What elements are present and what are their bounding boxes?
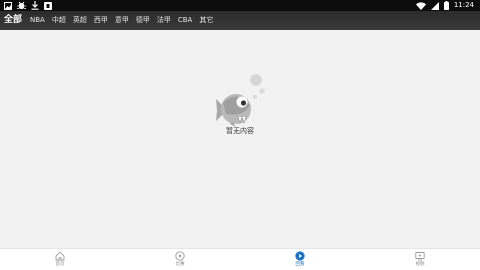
nav-home[interactable]: 首页 (0, 249, 120, 270)
nav-replay-label: 回看 (295, 262, 305, 267)
tab-ligue-1[interactable]: 法甲 (157, 11, 171, 30)
tab-cba[interactable]: CBA (178, 11, 192, 30)
nav-replay[interactable]: 回看 (240, 249, 360, 270)
tab-serie-a[interactable]: 意甲 (115, 11, 129, 30)
nav-home-label: 首页 (55, 262, 65, 267)
status-right: 11:24 (415, 1, 474, 10)
tab-csl[interactable]: 中超 (52, 11, 66, 30)
status-left (4, 1, 52, 10)
nav-video[interactable]: 视频 (360, 249, 480, 270)
battery-icon (443, 1, 449, 10)
bug-icon (17, 1, 26, 10)
tab-la-liga[interactable]: 西甲 (94, 11, 108, 30)
status-bar: 11:24 (0, 0, 480, 11)
status-time: 11:24 (453, 1, 474, 9)
category-tab-bar: 全部 NBA 中超 英超 西甲 意甲 德甲 法甲 CBA 其它 (0, 11, 480, 30)
nav-matches-label: 比赛 (175, 262, 185, 267)
play-circle-icon (175, 251, 185, 261)
tab-other[interactable]: 其它 (199, 11, 213, 30)
wifi-icon (415, 1, 426, 10)
bottom-nav: 首页 比赛 回看 视频 (0, 248, 480, 270)
content-area: 暂无内容 (0, 30, 480, 248)
home-icon (55, 251, 65, 261)
video-icon (415, 252, 425, 261)
tab-bundesliga[interactable]: 德甲 (136, 11, 150, 30)
nav-video-label: 视频 (415, 262, 425, 267)
empty-state-message: 暂无内容 (226, 127, 254, 135)
signal-icon (430, 1, 439, 10)
image-icon (4, 1, 12, 10)
download-icon (31, 1, 39, 10)
tab-premier-league[interactable]: 英超 (73, 11, 87, 30)
app-badge-icon (44, 1, 52, 10)
nav-matches[interactable]: 比赛 (120, 249, 240, 270)
tab-nba[interactable]: NBA (30, 11, 45, 30)
tab-all[interactable]: 全部 (4, 11, 22, 30)
replay-icon (295, 251, 305, 261)
